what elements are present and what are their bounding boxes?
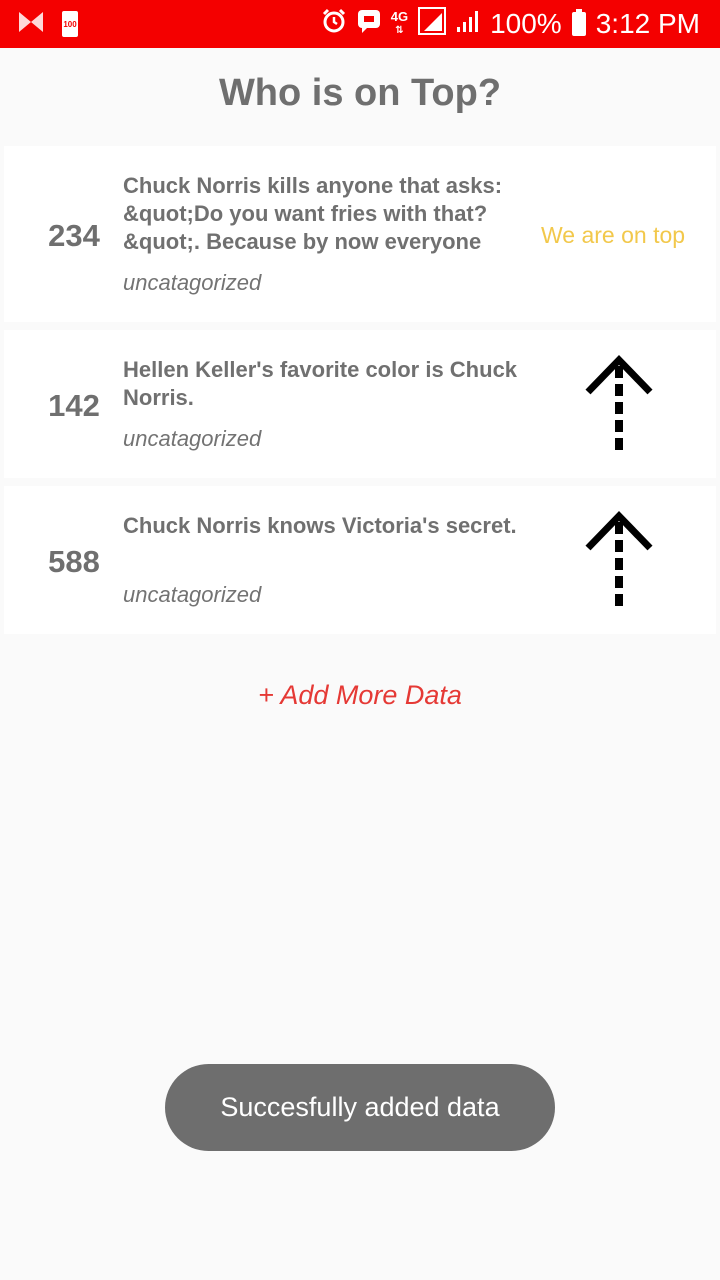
item-text: Chuck Norris knows Victoria's secret. bbox=[123, 513, 517, 538]
list-item: 234 Chuck Norris kills anyone that asks:… bbox=[4, 146, 716, 322]
item-text: Hellen Keller's favorite color is Chuck … bbox=[123, 357, 518, 410]
add-more-data-button[interactable]: + Add More Data bbox=[0, 680, 720, 711]
wifi-signal-icon bbox=[456, 8, 480, 40]
page-title: Who is on Top? bbox=[218, 72, 502, 114]
toast-message: Succesfully added data bbox=[165, 1064, 555, 1151]
item-category: uncatagorized bbox=[123, 270, 262, 295]
battery-percent: 100% bbox=[490, 8, 562, 39]
upvote-arrow-icon[interactable] bbox=[582, 510, 656, 610]
item-category: uncatagorized bbox=[123, 426, 262, 451]
list-item: 588 Chuck Norris knows Victoria's secret… bbox=[4, 486, 716, 634]
item-text: Chuck Norris kills anyone that asks: &qu… bbox=[123, 173, 503, 254]
app-bowtie-icon bbox=[18, 11, 44, 38]
item-category: uncatagorized bbox=[123, 582, 262, 607]
upvote-arrow-icon[interactable] bbox=[582, 354, 656, 454]
status-bar: 100 4G ⇅ 100% 3:12 PM bbox=[0, 0, 720, 48]
on-top-label: We are on top bbox=[541, 222, 686, 248]
network-4g-icon: 4G ⇅ bbox=[390, 9, 409, 36]
alarm-icon bbox=[321, 8, 347, 41]
signal-icon bbox=[418, 6, 447, 42]
list-item: 142 Hellen Keller's favorite color is Ch… bbox=[4, 330, 716, 478]
clock: 3:12 PM bbox=[595, 8, 700, 39]
battery-saver-icon: 100 bbox=[62, 11, 78, 37]
message-icon bbox=[357, 8, 381, 40]
battery-icon bbox=[571, 9, 586, 36]
toast-text: Succesfully added data bbox=[220, 1092, 500, 1122]
